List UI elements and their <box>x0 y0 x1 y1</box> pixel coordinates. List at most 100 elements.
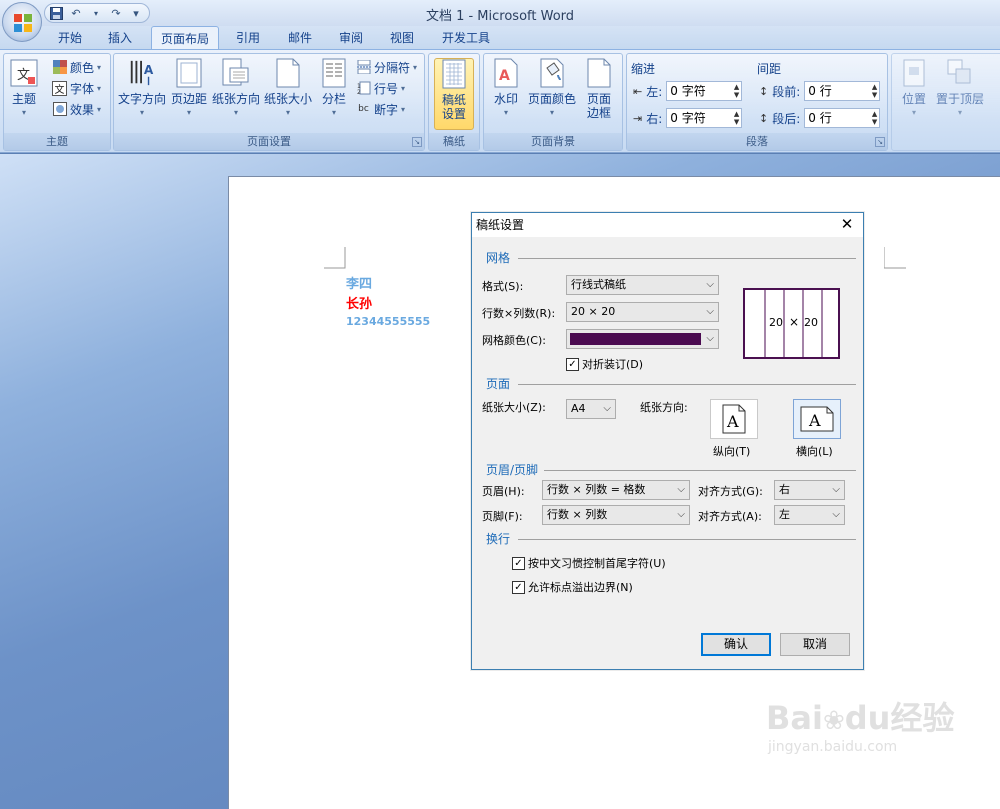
spacing-before-input[interactable]: 0 行 ▲ ▼ <box>804 81 881 101</box>
tab-insert[interactable]: 插入 <box>100 26 140 50</box>
themes-button[interactable]: 文 主题 ▾ <box>10 58 38 117</box>
footer-select[interactable]: 行数 × 列数 ⌵ <box>542 505 690 525</box>
line-numbers-button[interactable]: 12 行号 ▾ <box>356 79 405 97</box>
divider <box>518 384 856 385</box>
landscape-page-icon: A <box>800 406 834 432</box>
header-align-select[interactable]: 右 ⌵ <box>774 480 845 500</box>
crop-mark-icon <box>324 247 346 269</box>
dialog-title: 稿纸设置 <box>472 213 863 237</box>
tab-review[interactable]: 审阅 <box>331 26 371 50</box>
footer-align-select[interactable]: 左 ⌵ <box>774 505 845 525</box>
paper-size-icon <box>274 58 302 88</box>
orientation-button[interactable]: 纸张方向 ▾ <box>212 58 260 117</box>
group-gaozhi: 稿纸 设置 稿纸 <box>428 53 480 151</box>
grid-color-swatch <box>570 333 701 345</box>
baidu-watermark: Bai❀du经验 jingyan.baidu.com <box>766 699 955 755</box>
spacing-before: ↕ 段前: 0 行 ▲ ▼ <box>759 81 881 101</box>
gaozhi-setup-dialog: 稿纸设置 ✕ 网格 格式(S): 行线式稿纸 ⌵ 行数×列数(R): 20 × 2… <box>471 212 864 670</box>
svg-text:A: A <box>144 63 154 77</box>
ribbon-tabs: 开始 插入 页面布局 引用 邮件 审阅 视图 开发工具 <box>0 26 1000 51</box>
chevron-down-icon: ⌵ <box>832 509 840 520</box>
columns-button[interactable]: 分栏 ▾ <box>320 58 348 117</box>
svg-text:A: A <box>499 68 510 84</box>
header-label: 页眉(H): <box>482 485 525 498</box>
footer-label: 页脚(F): <box>482 510 523 523</box>
bring-to-front-button[interactable]: 置于顶层 ▾ <box>936 58 984 117</box>
svg-text:A: A <box>808 411 821 430</box>
indent-right-input[interactable]: 0 字符 ▲ ▼ <box>666 108 743 128</box>
header-footer-section-label: 页眉/页脚 <box>486 463 539 477</box>
paper-size-label: 纸张大小(Z): <box>482 401 546 414</box>
header-select[interactable]: 行数 × 列数 = 格数 ⌵ <box>542 480 690 500</box>
rows-cols-select[interactable]: 20 × 20 ⌵ <box>566 302 719 322</box>
header-align-label: 对齐方式(G): <box>698 485 763 498</box>
indent-left: ⇤ 左: 0 字符 ▲ ▼ <box>633 81 743 101</box>
effects-icon <box>52 102 67 117</box>
paper-size-select[interactable]: A4 ⌵ <box>566 399 616 419</box>
grid-preview: 20 × 20 <box>743 288 840 359</box>
tab-view[interactable]: 视图 <box>382 26 422 50</box>
rows-cols-label: 行数×列数(R): <box>482 307 556 320</box>
portrait-button[interactable]: A <box>710 399 758 439</box>
punctuation-overflow-checkbox[interactable]: ✓ 允许标点溢出边界(N) <box>512 579 633 595</box>
text-direction-button[interactable]: A 文字方向 ▾ <box>118 58 166 117</box>
fonts-icon: 文 <box>52 80 67 96</box>
paragraph-launcher-icon[interactable]: ↘ <box>875 137 885 147</box>
divider <box>544 470 856 471</box>
close-icon[interactable]: ✕ <box>839 216 855 232</box>
page-borders-button[interactable]: 页面 边框 <box>585 58 613 120</box>
theme-colors-button[interactable]: 颜色 ▾ <box>52 58 101 76</box>
tab-mailings[interactable]: 邮件 <box>280 26 320 50</box>
spacing-label: 间距 <box>757 62 782 76</box>
style-select[interactable]: 行线式稿纸 ⌵ <box>566 275 719 295</box>
landscape-button[interactable]: A <box>793 399 841 439</box>
columns-icon <box>320 58 348 88</box>
tab-home[interactable]: 开始 <box>50 26 90 50</box>
gaozhi-setup-button[interactable]: 稿纸 设置 <box>434 58 474 130</box>
style-label: 格式(S): <box>482 280 524 293</box>
grid-color-label: 网格颜色(C): <box>482 334 546 347</box>
themes-icon: 文 <box>10 58 38 88</box>
send-to-back-icon <box>992 58 1000 88</box>
group-arrange: 位置▾ 置于顶层▾ 置 <box>891 53 1000 151</box>
spacing-after: ↕ 段后: 0 行 ▲ ▼ <box>759 108 881 128</box>
chevron-down-icon: ⌵ <box>706 279 714 290</box>
cancel-button[interactable]: 取消 <box>780 633 850 656</box>
paw-icon: ❀ <box>822 706 845 736</box>
checkbox-checked-icon: ✓ <box>566 357 579 371</box>
send-to-back-button[interactable]: 置 <box>992 58 1000 106</box>
bring-to-front-icon <box>946 58 974 88</box>
position-button[interactable]: 位置 ▾ <box>900 58 928 117</box>
indent-right: ⇥ 右: 0 字符 ▲ ▼ <box>633 108 743 128</box>
cjk-line-break-checkbox[interactable]: ✓ 按中文习惯控制首尾字符(U) <box>512 555 666 571</box>
watermark-button[interactable]: A 水印 ▾ <box>492 58 520 117</box>
margins-button[interactable]: 页边距 ▾ <box>171 58 207 117</box>
divider <box>518 539 856 540</box>
tab-developer[interactable]: 开发工具 <box>433 26 499 50</box>
theme-effects-button[interactable]: 效果 ▾ <box>52 100 101 118</box>
indent-left-input[interactable]: 0 字符 ▲ ▼ <box>666 81 743 101</box>
tab-references[interactable]: 引用 <box>228 26 268 50</box>
office-button[interactable] <box>2 2 42 42</box>
fold-binding-checkbox[interactable]: ✓ 对折装订(D) <box>566 356 643 372</box>
group-label-page-setup: 页面设置 <box>114 133 424 150</box>
indent-label: 缩进 <box>631 62 656 76</box>
breaks-button[interactable]: 分隔符 ▾ <box>356 58 417 76</box>
ok-button[interactable]: 确认 <box>701 633 771 656</box>
indent-right-icon: ⇥ <box>633 111 643 125</box>
theme-fonts-button[interactable]: 文 字体 ▾ <box>52 79 101 97</box>
spacing-after-input[interactable]: 0 行 ▲ ▼ <box>804 108 881 128</box>
checkbox-checked-icon: ✓ <box>512 556 525 570</box>
chevron-down-icon: ⌵ <box>706 333 714 344</box>
tab-page-layout[interactable]: 页面布局 <box>151 26 219 51</box>
page-color-button[interactable]: 页面颜色 ▾ <box>528 58 576 117</box>
ribbon: 文 主题 ▾ 颜色 ▾ 文 字体 ▾ 效果 ▾ 主题 A 文字方向 ▾ 页边距 … <box>0 49 1000 153</box>
size-button[interactable]: 纸张大小 ▾ <box>264 58 312 117</box>
chevron-down-icon: ⌵ <box>677 484 685 495</box>
watermark-icon: A <box>492 58 520 88</box>
hyphenation-button[interactable]: bc 断字 ▾ <box>356 100 405 118</box>
margins-icon <box>175 58 203 88</box>
page-setup-launcher-icon[interactable]: ↘ <box>412 137 422 147</box>
grid-color-select[interactable]: ⌵ <box>566 329 719 349</box>
window-title: 文档 1 - Microsoft Word <box>425 9 575 24</box>
